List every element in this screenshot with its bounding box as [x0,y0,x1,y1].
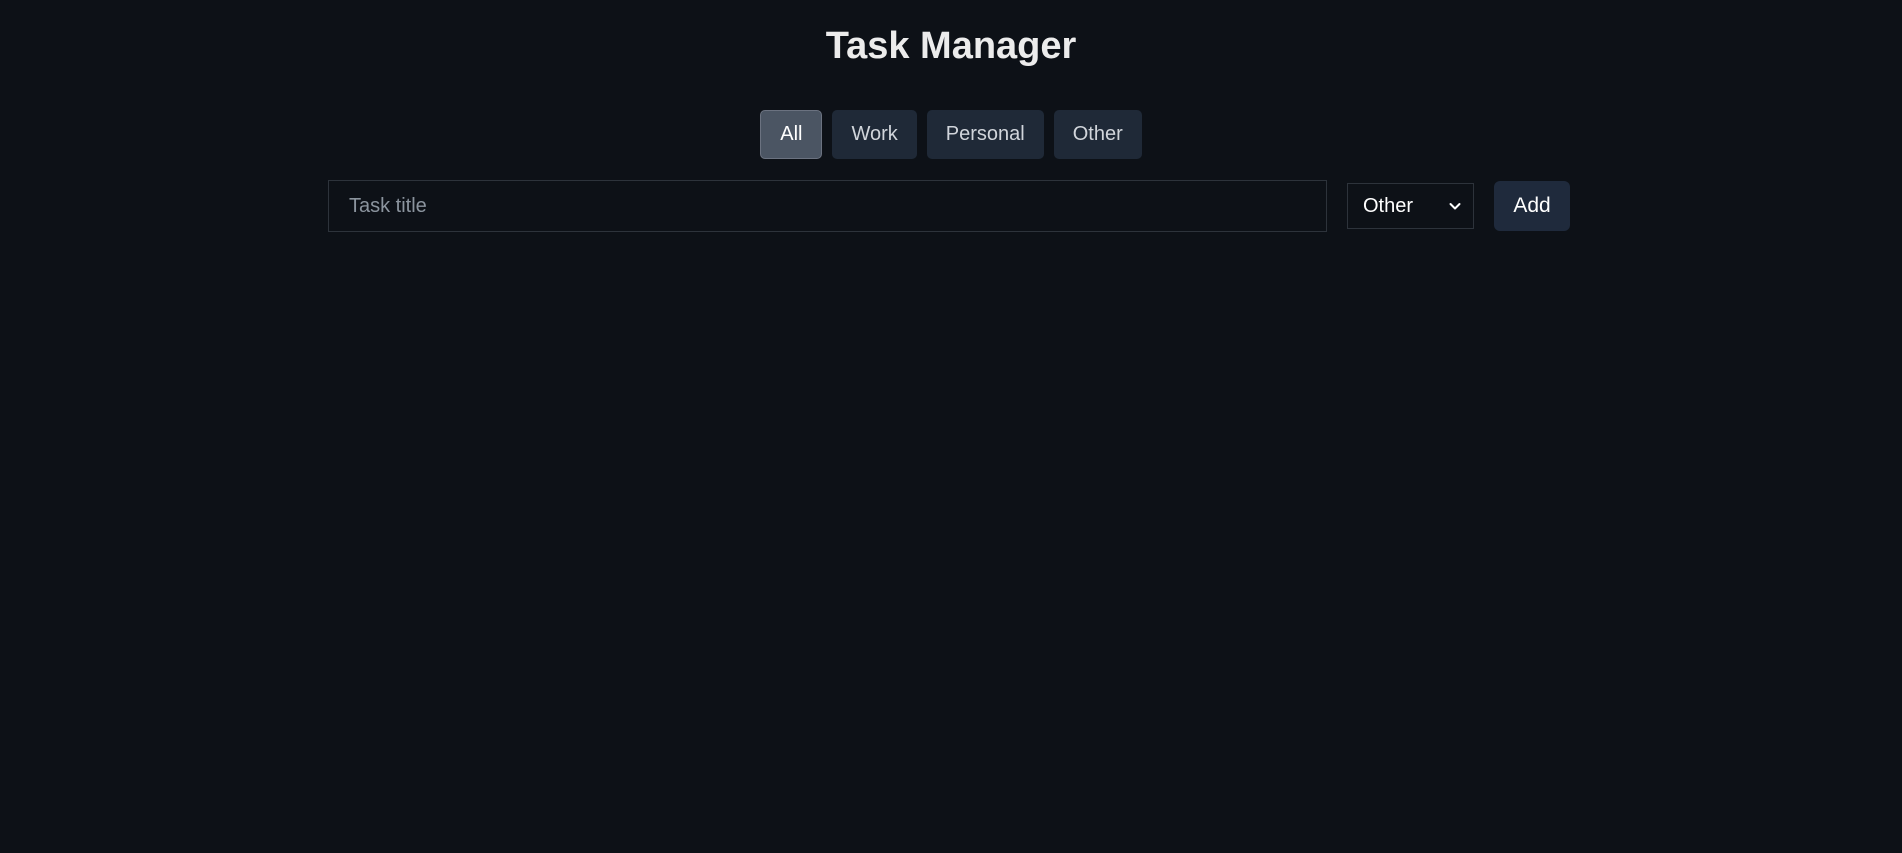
filter-work-button[interactable]: Work [832,110,917,159]
filter-other-button[interactable]: Other [1053,110,1142,159]
page-title: Task Manager [825,25,1077,67]
category-filter-bar: All Work Personal Other [0,110,1902,159]
filter-all-button[interactable]: All [760,110,823,159]
category-select[interactable]: Other [1347,183,1474,229]
task-title-input[interactable] [328,180,1327,232]
category-select-value: Other [1363,194,1414,217]
filter-personal-button[interactable]: Personal [926,110,1044,159]
chevron-down-icon [1449,203,1461,210]
add-task-form: Other Add [328,180,1570,232]
add-task-button[interactable]: Add [1494,181,1570,231]
